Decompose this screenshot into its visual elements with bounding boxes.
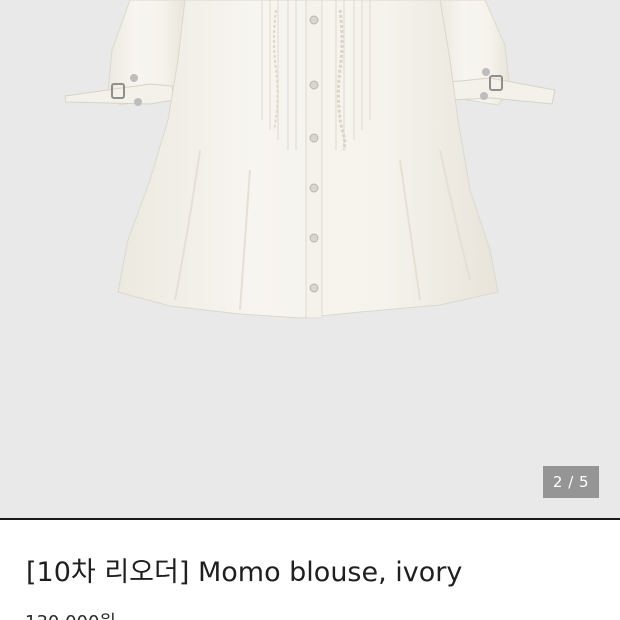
placket — [305, 0, 323, 319]
divider — [0, 518, 620, 520]
image-counter-badge: 2 / 5 — [543, 466, 599, 498]
image-counter-label: 2 / 5 — [552, 473, 590, 491]
button-2 — [309, 80, 319, 90]
product-title: [10차 리오더] Momo blouse, ivory — [26, 557, 463, 588]
button-1 — [309, 15, 319, 25]
product-price: 130,000원 — [25, 608, 116, 620]
button-6 — [309, 283, 319, 293]
button-3 — [309, 133, 319, 143]
product-page: 2 / 5 [10차 리오더] Momo blouse, ivory 130,0… — [0, 0, 620, 620]
blouse-photo — [64, 0, 556, 319]
button-5 — [309, 233, 319, 243]
product-image-gallery[interactable]: 2 / 5 — [0, 0, 620, 518]
button-4 — [309, 183, 319, 193]
